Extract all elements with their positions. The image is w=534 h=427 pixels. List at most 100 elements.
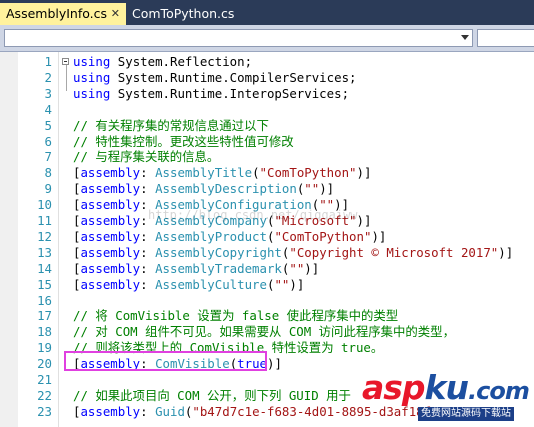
code-token: // 与程序集关联的信息。 <box>73 149 220 165</box>
code-token: : <box>140 228 156 244</box>
margin-separator <box>58 52 59 427</box>
brand-logo: aspku.com <box>362 368 530 408</box>
line-number: 2 <box>44 69 52 85</box>
line-number: 14 <box>37 260 52 276</box>
line-number: 12 <box>37 228 52 244</box>
code-token: assembly <box>80 197 141 213</box>
code-token: System.Reflection; <box>110 54 253 69</box>
line-number: 21 <box>37 372 52 387</box>
chevron-down-icon[interactable] <box>461 35 469 40</box>
code-text: [assembly: AssemblyCulture("")] <box>73 277 304 293</box>
code-token: using <box>73 54 111 69</box>
line-number: 4 <box>44 101 52 117</box>
code-token: : <box>140 244 156 260</box>
code-token: AssemblyCulture <box>155 276 267 292</box>
code-text: [assembly: AssemblyDescription("")] <box>73 181 334 197</box>
line-number: 6 <box>44 133 52 149</box>
code-token: )] <box>356 165 372 181</box>
line-number: 16 <box>37 292 52 308</box>
code-text: [assembly: AssemblyProduct("ComToPython"… <box>73 229 386 245</box>
code-token: using <box>73 69 111 85</box>
outline-guide <box>66 61 67 91</box>
line-number: 1 <box>44 54 52 69</box>
tab-comtopython[interactable]: ComToPython.cs <box>126 3 236 25</box>
brand-text: ku <box>424 368 469 407</box>
brand-subtitle: 免费网站源码下载站 <box>418 407 514 421</box>
code-token: "Copyright © Microsoft 2017" <box>289 244 499 260</box>
code-token: assembly <box>80 181 141 197</box>
tab-label: ComToPython.cs <box>132 6 235 21</box>
code-token: AssemblyProduct <box>155 228 267 244</box>
code-text: [assembly: AssemblyTrademark("")] <box>73 261 319 277</box>
code-text: using System.Runtime.CompilerServices; <box>73 70 357 86</box>
tab-bar: AssemblyInfo.cs ✕ ComToPython.cs <box>0 0 534 25</box>
code-token: System.Runtime.CompilerServices; <box>110 69 357 85</box>
code-token: )] <box>371 228 387 244</box>
line-number: 23 <box>37 403 52 419</box>
code-text: [assembly: AssemblyTitle("ComToPython")] <box>73 165 371 181</box>
code-token: // 对 COM 组件不可见。如果需要从 COM 访问此程序集中的类型， <box>73 324 455 340</box>
code-token: assembly <box>80 276 141 292</box>
line-number: 18 <box>37 324 52 340</box>
code-token: ( <box>252 165 260 181</box>
code-token: AssemblyDescription <box>155 181 297 197</box>
code-token: )] <box>289 276 305 292</box>
type-dropdown[interactable] <box>4 29 473 47</box>
code-text: // 特性集控制。更改这些特性值可修改 <box>73 134 294 150</box>
code-token: "" <box>304 181 320 197</box>
line-number: 9 <box>44 181 52 197</box>
code-token: "ComToPython" <box>259 165 357 181</box>
code-token: // 如果此项目向 COM 公开，则下列 GUID 用于 <box>73 387 351 403</box>
code-token: )] <box>498 244 514 260</box>
code-token: "ComToPython" <box>274 228 372 244</box>
tab-assemblyinfo[interactable]: AssemblyInfo.cs ✕ <box>0 3 126 25</box>
code-token: assembly <box>80 403 141 419</box>
code-text: // 如果此项目向 COM 公开，则下列 GUID 用于 <box>73 388 351 404</box>
tab-label: AssemblyInfo.cs <box>6 6 108 21</box>
line-number: 11 <box>37 213 52 228</box>
code-token: assembly <box>80 244 141 260</box>
line-number: 3 <box>44 85 52 101</box>
code-text: [assembly: AssemblyCopyright("Copyright … <box>73 245 513 261</box>
code-token: assembly <box>80 213 141 228</box>
code-token: assembly <box>80 228 141 244</box>
code-token: )] <box>267 356 282 372</box>
code-token: // 特性集控制。更改这些特性值可修改 <box>73 133 294 149</box>
code-text: // 将 ComVisible 设置为 false 使此程序集中的类型 <box>73 308 398 324</box>
line-number: 7 <box>44 149 52 165</box>
code-token: assembly <box>80 165 141 181</box>
watermark: http://blog.csdn.net/qiqqaiww <box>148 208 358 222</box>
code-token: : <box>140 403 156 419</box>
code-token: AssemblyCopyright <box>155 244 282 260</box>
line-number: 8 <box>44 165 52 181</box>
code-token: AssemblyTrademark <box>155 260 282 276</box>
code-token: )] <box>304 260 320 276</box>
highlight-box <box>64 351 267 371</box>
line-number: 13 <box>37 244 52 260</box>
code-text: // 对 COM 组件不可见。如果需要从 COM 访问此程序集中的类型， <box>73 324 455 340</box>
line-number: 15 <box>37 276 52 292</box>
code-token: // 将 ComVisible 设置为 false 使此程序集中的类型 <box>73 308 399 324</box>
line-number: 22 <box>37 387 52 403</box>
code-token: using <box>73 85 111 101</box>
code-token: : <box>140 260 156 276</box>
code-token: : <box>140 181 156 197</box>
code-token: "" <box>274 276 290 292</box>
line-number: 17 <box>37 308 52 324</box>
code-token: assembly <box>80 260 141 276</box>
code-text: using System.Reflection; <box>73 54 252 70</box>
code-text: // 有关程序集的常规信息通过以下 <box>73 118 269 134</box>
line-number: 19 <box>37 340 52 356</box>
code-text: // 与程序集关联的信息。 <box>73 149 219 165</box>
indicator-margin <box>0 52 18 427</box>
brand-text: .com <box>468 377 530 405</box>
close-icon[interactable]: ✕ <box>111 3 120 25</box>
collapse-icon[interactable] <box>62 58 69 65</box>
code-token: : <box>140 276 156 292</box>
navigation-bar <box>0 25 534 52</box>
line-number: 5 <box>44 117 52 133</box>
line-number: 10 <box>37 197 52 213</box>
member-dropdown[interactable] <box>477 29 534 47</box>
code-token: // 有关程序集的常规信息通过以下 <box>73 117 269 133</box>
code-token: System.Runtime.InteropServices; <box>110 85 350 101</box>
